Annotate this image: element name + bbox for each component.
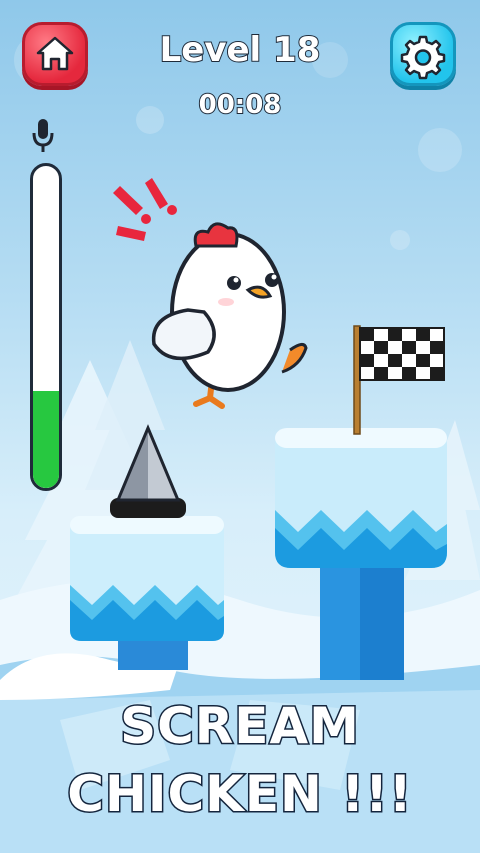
gear-icon	[400, 35, 446, 80]
settings-button[interactable]	[390, 22, 456, 86]
voice-level-fill	[33, 391, 59, 488]
microphone-icon	[32, 119, 54, 152]
game-title-line1: SCREAM	[119, 696, 361, 757]
game-scene[interactable]: Level 18 00:08 SCREAM CHICKEN !!!	[0, 0, 480, 853]
voice-level-meter	[30, 163, 62, 491]
timer: 00:08	[198, 89, 283, 121]
chicken-player	[151, 222, 308, 409]
game-title-line2: CHICKEN !!!	[66, 764, 413, 825]
alert-marks	[113, 178, 177, 241]
